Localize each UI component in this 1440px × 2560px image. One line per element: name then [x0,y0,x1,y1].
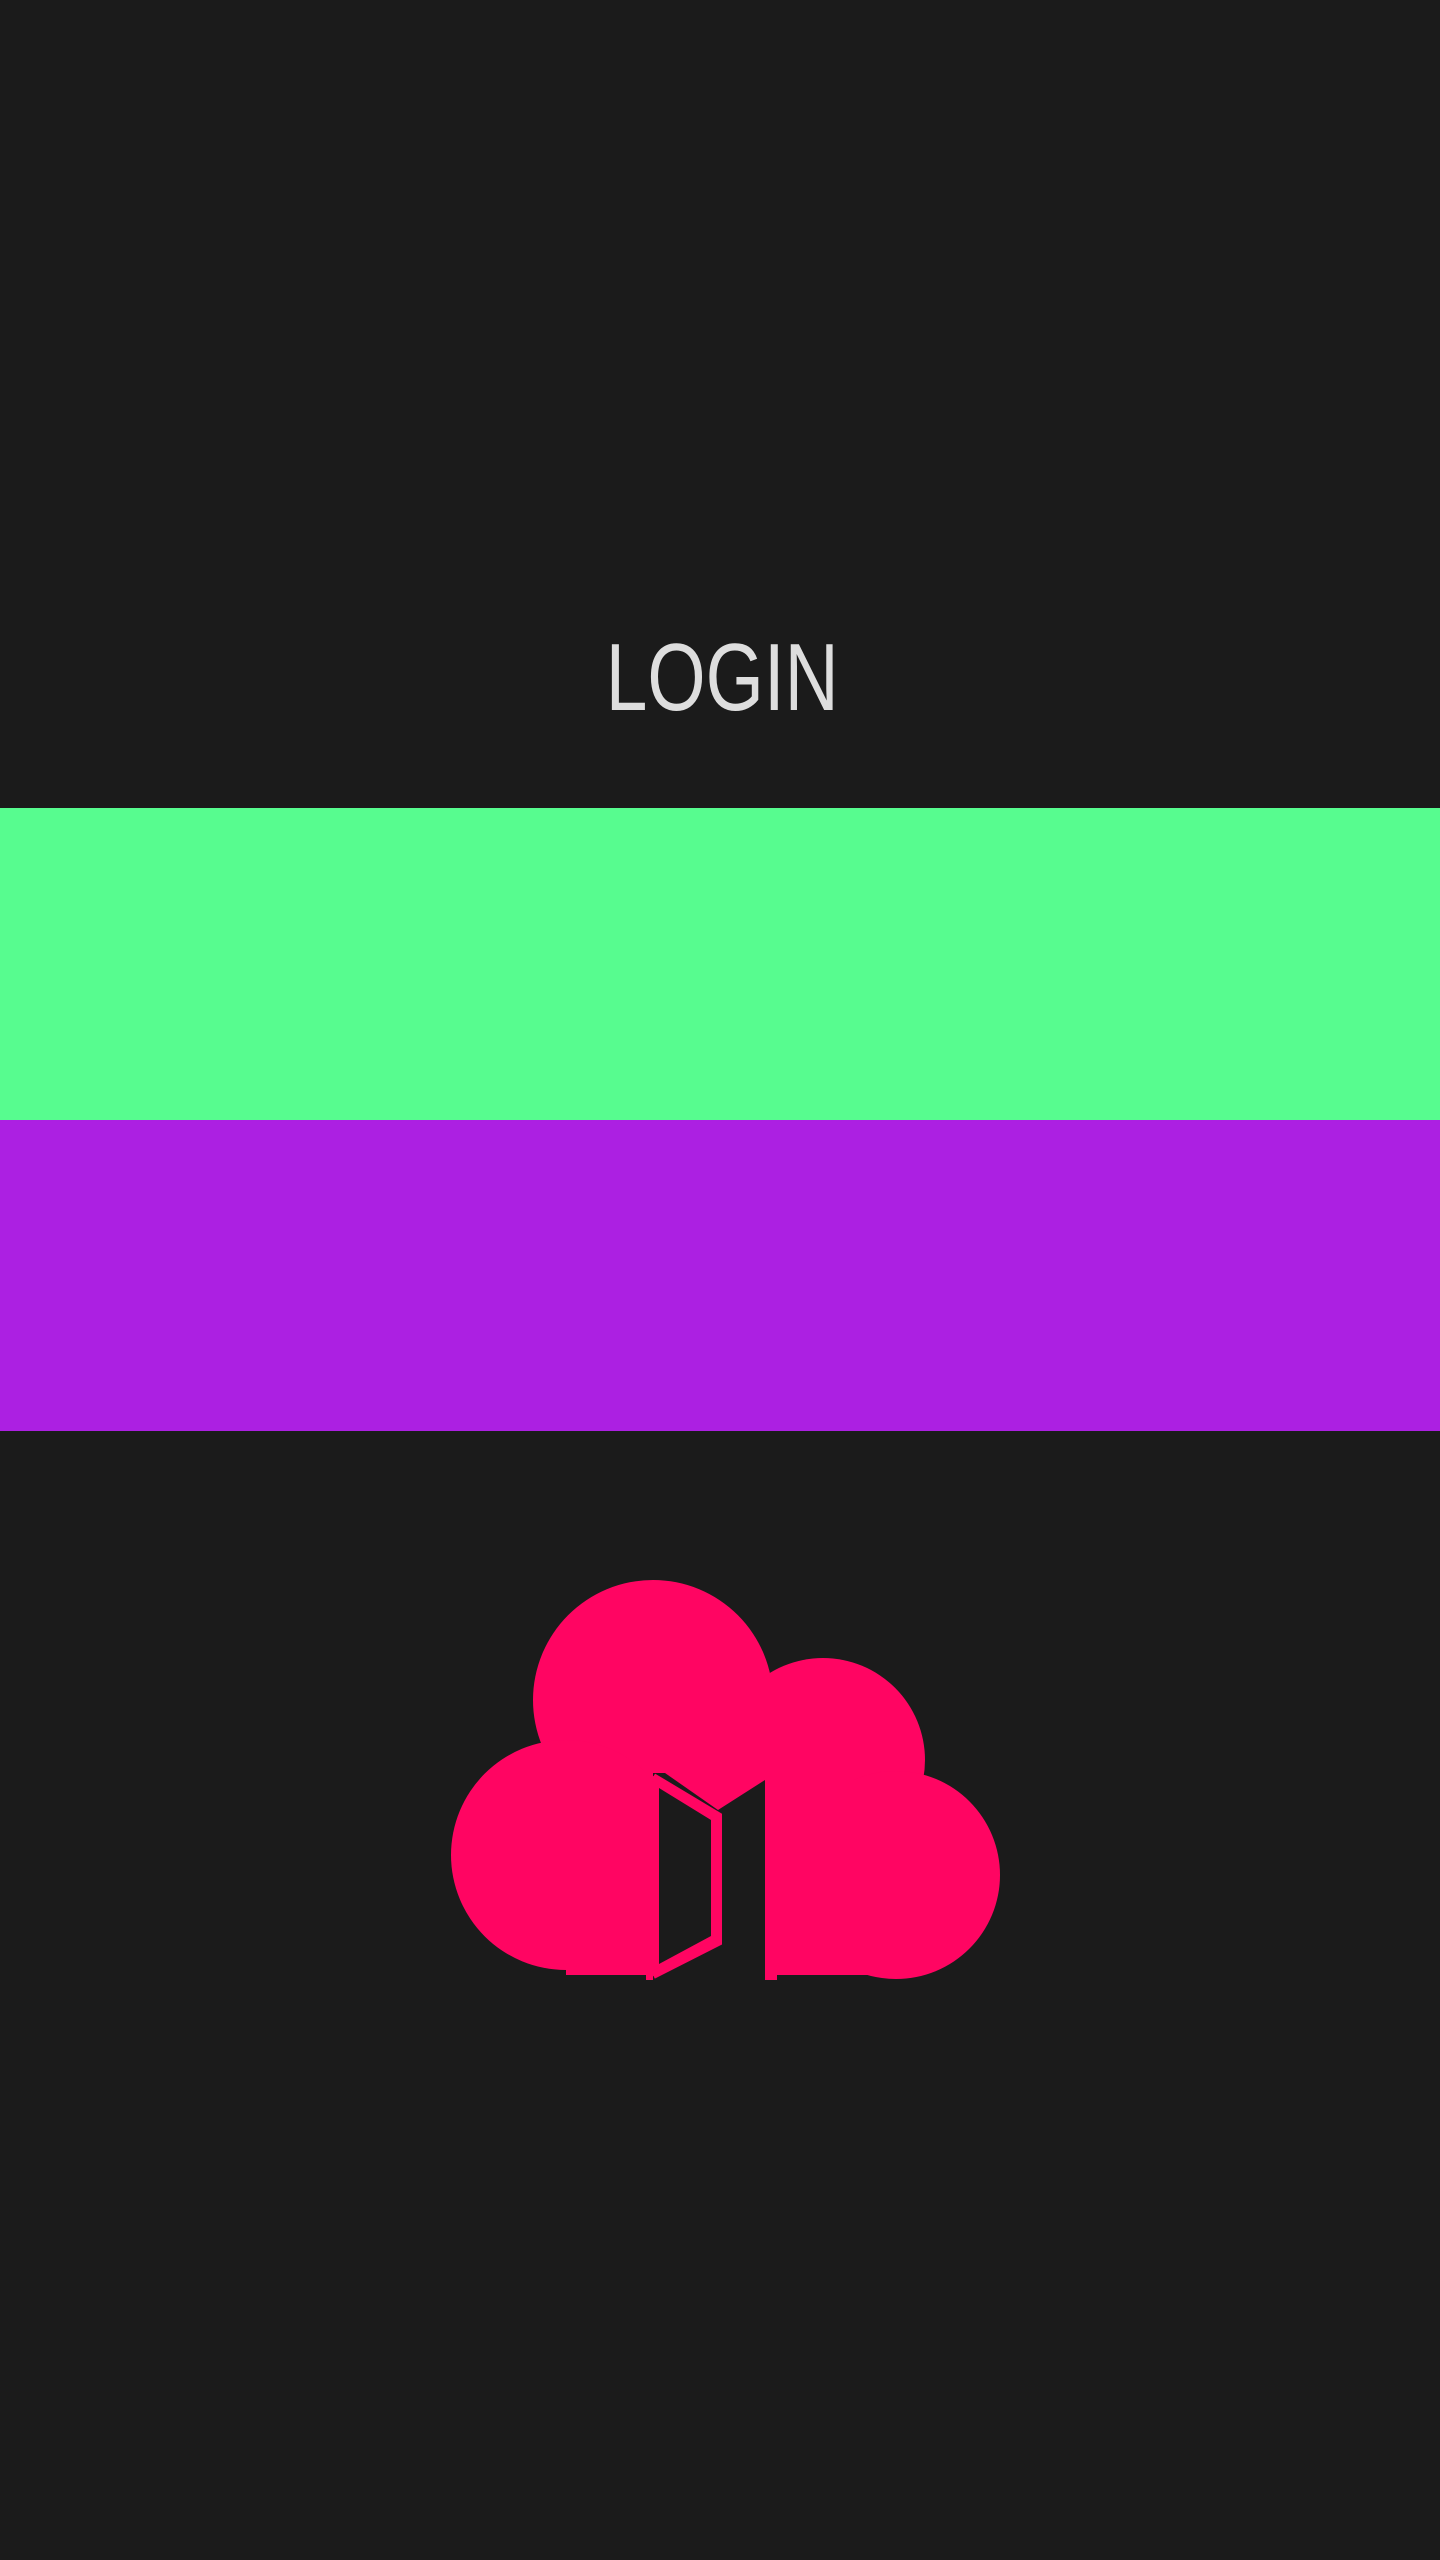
purple-band-button[interactable] [0,1120,1440,1431]
green-band-button[interactable] [0,808,1440,1120]
login-screen: LOGIN [0,0,1440,2560]
page-title: LOGIN [605,624,839,731]
cloud-door-icon [451,1580,1000,1980]
